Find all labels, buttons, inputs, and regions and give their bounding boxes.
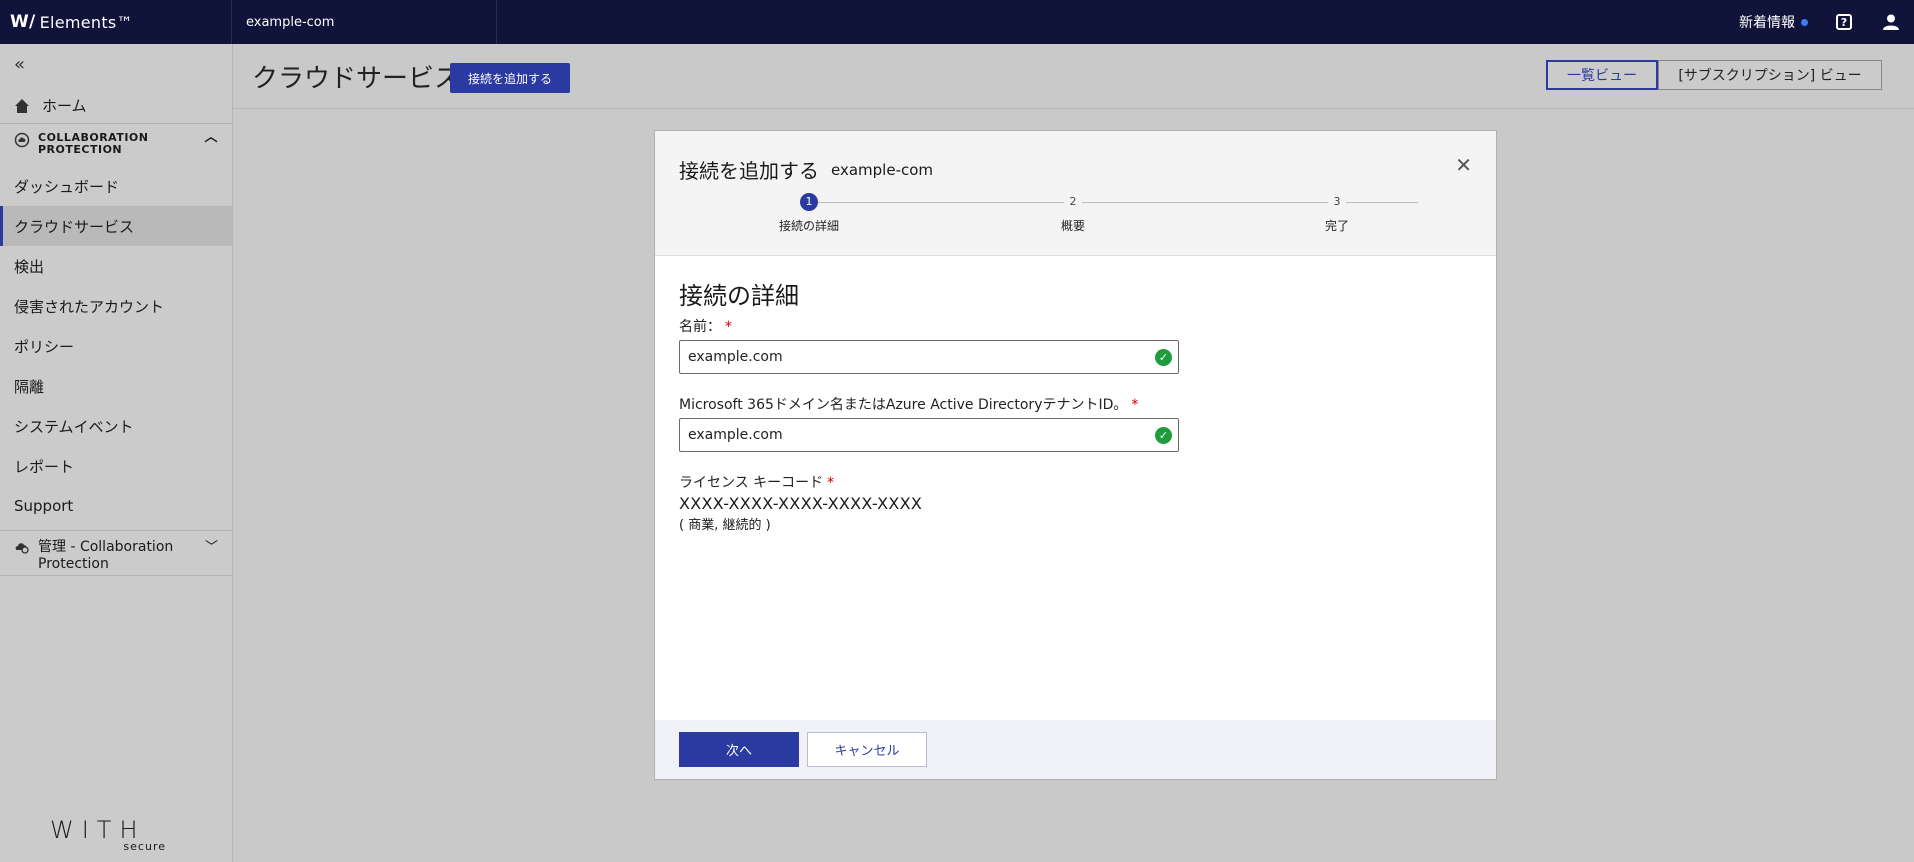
step-number: 3 bbox=[1328, 193, 1346, 211]
withsecure-mark-icon: W/ bbox=[10, 12, 36, 32]
chevron-down-icon: ﹀ bbox=[204, 540, 218, 555]
top-bar: W/ Elements™ example-com 新着情報 ? bbox=[0, 0, 1914, 44]
license-label: ライセンス キーコード * bbox=[679, 472, 834, 492]
add-connection-dialog: 接続を追加する example-com ✕ 1 接続の詳細 2 概要 3 完了 … bbox=[654, 130, 1497, 780]
view-toggle: 一覧ビュー [サブスクリプション] ビュー bbox=[1546, 60, 1882, 90]
close-icon[interactable]: ✕ bbox=[1455, 153, 1472, 177]
sidebar-item-support[interactable]: Support bbox=[0, 486, 232, 526]
withsecure-footer-logo: WITH secure bbox=[50, 816, 180, 856]
sidebar-item-compromised-accounts[interactable]: 侵害されたアカウント bbox=[0, 286, 232, 326]
domain-label-text: Microsoft 365ドメイン名またはAzure Active Direct… bbox=[679, 397, 1128, 413]
license-label-text: ライセンス キーコード bbox=[679, 475, 824, 491]
dialog-subtitle: example-com bbox=[831, 161, 934, 179]
add-connection-button[interactable]: 接続を追加する bbox=[450, 63, 570, 93]
step-label: 完了 bbox=[1324, 219, 1349, 233]
step-number: 1 bbox=[800, 193, 818, 211]
name-input[interactable] bbox=[688, 349, 1128, 365]
page-title: クラウドサービス bbox=[252, 64, 461, 94]
license-code: XXXX-XXXX-XXXX-XXXX-XXXX bbox=[679, 494, 923, 513]
dialog-title: 接続を追加する bbox=[679, 159, 819, 183]
chevron-up-icon: ︿ bbox=[204, 130, 218, 145]
dialog-footer: 次へ キャンセル bbox=[655, 720, 1496, 779]
brand-logo[interactable]: W/ Elements™ bbox=[0, 0, 232, 44]
domain-label: Microsoft 365ドメイン名またはAzure Active Direct… bbox=[679, 394, 1138, 414]
cancel-button[interactable]: キャンセル bbox=[807, 732, 927, 767]
admin-title-line2: Protection bbox=[38, 556, 109, 572]
cloud-gear-icon bbox=[15, 543, 29, 554]
domain-field[interactable]: ✓ bbox=[679, 418, 1179, 452]
sidebar-section-admin[interactable]: 管理 - Collaboration Protection ﹀ bbox=[0, 530, 232, 576]
license-note: ( 商業, 継続的 ) bbox=[679, 518, 771, 533]
user-icon[interactable] bbox=[1882, 13, 1900, 31]
step-3: 3 完了 bbox=[1277, 193, 1397, 234]
home-icon bbox=[15, 98, 29, 113]
sidebar-item-label: ホーム bbox=[42, 97, 87, 115]
required-mark: * bbox=[725, 319, 732, 335]
step-number: 2 bbox=[1064, 193, 1082, 211]
subscription-view-button[interactable]: [サブスクリプション] ビュー bbox=[1658, 60, 1882, 90]
sidebar: « ホーム COLLABORATION PROTECTION ︿ ダッシュボード… bbox=[0, 44, 233, 862]
required-mark: * bbox=[1131, 397, 1139, 413]
step-1: 1 接続の詳細 bbox=[749, 193, 869, 234]
sidebar-item-home[interactable]: ホーム bbox=[0, 88, 232, 124]
required-mark: * bbox=[827, 475, 835, 491]
name-field[interactable]: ✓ bbox=[679, 340, 1179, 374]
valid-check-icon: ✓ bbox=[1155, 427, 1172, 444]
next-button[interactable]: 次へ bbox=[679, 732, 799, 767]
sidebar-item-reports[interactable]: レポート bbox=[0, 446, 232, 486]
wizard-stepper: 1 接続の詳細 2 概要 3 完了 bbox=[655, 193, 1498, 243]
step-label: 概要 bbox=[1060, 219, 1085, 233]
step-label: 接続の詳細 bbox=[778, 219, 839, 233]
sidebar-item-detections[interactable]: 検出 bbox=[0, 246, 232, 286]
list-view-button[interactable]: 一覧ビュー bbox=[1546, 60, 1658, 90]
news-label: 新着情報 bbox=[1739, 15, 1795, 31]
org-selector[interactable]: example-com bbox=[232, 0, 497, 44]
dialog-header: 接続を追加する example-com ✕ 1 接続の詳細 2 概要 3 完了 bbox=[655, 131, 1496, 256]
admin-title-line1: 管理 - Collaboration bbox=[38, 539, 174, 555]
cloud-shield-icon bbox=[14, 132, 30, 148]
sidebar-item-dashboard[interactable]: ダッシュボード bbox=[0, 166, 232, 206]
news-link[interactable]: 新着情報 bbox=[1739, 12, 1808, 32]
collapse-sidebar-icon[interactable]: « bbox=[14, 54, 25, 75]
help-icon[interactable]: ? bbox=[1836, 14, 1852, 30]
domain-input[interactable] bbox=[688, 427, 1128, 443]
news-indicator-dot bbox=[1801, 18, 1808, 26]
section-title-line2: PROTECTION bbox=[38, 143, 123, 156]
sidebar-section-collaboration-protection[interactable]: COLLABORATION PROTECTION ︿ bbox=[0, 126, 232, 166]
brand-name: Elements™ bbox=[39, 12, 133, 32]
dialog-body: 接続の詳細 名前：* ✓ Microsoft 365ドメイン名またはAzure … bbox=[655, 256, 1496, 721]
name-label: 名前： * bbox=[679, 316, 732, 336]
sidebar-item-system-events[interactable]: システムイベント bbox=[0, 406, 232, 446]
header-divider bbox=[233, 108, 1914, 109]
sidebar-item-quarantine[interactable]: 隔離 bbox=[0, 366, 232, 406]
section-title: 接続の詳細 bbox=[679, 282, 799, 310]
sidebar-item-policies[interactable]: ポリシー bbox=[0, 326, 232, 366]
step-2: 2 概要 bbox=[1013, 193, 1133, 234]
valid-check-icon: ✓ bbox=[1155, 349, 1172, 366]
name-label-text: 名前： bbox=[679, 319, 721, 335]
sidebar-item-cloud-services[interactable]: クラウドサービス bbox=[0, 206, 232, 246]
